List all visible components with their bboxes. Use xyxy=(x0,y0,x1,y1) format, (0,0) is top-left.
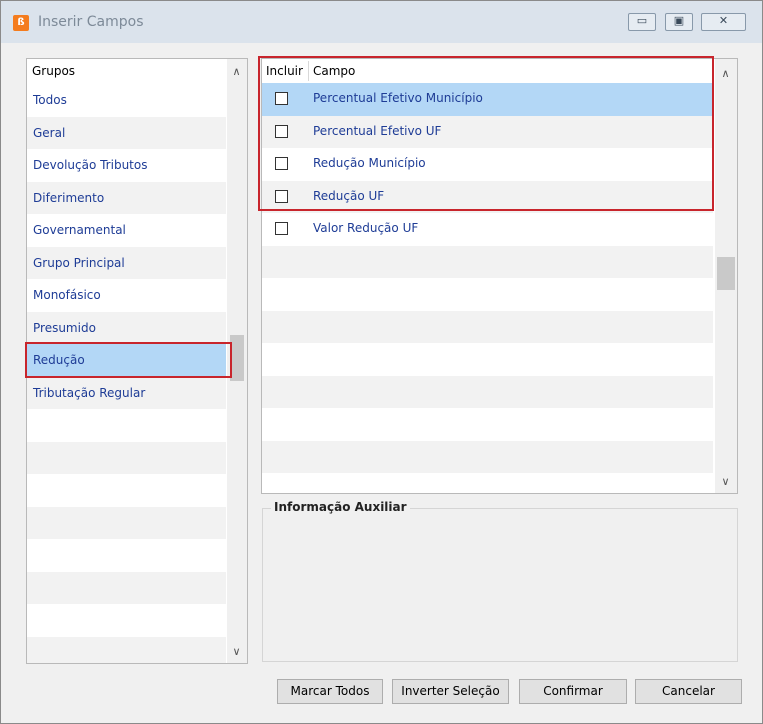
field-row-empty xyxy=(262,310,713,343)
group-item[interactable]: Presumido xyxy=(27,311,226,344)
group-row-empty xyxy=(27,636,226,663)
title-bar[interactable]: ß Inserir Campos ▭ ▣ ✕ xyxy=(1,1,762,43)
field-row-empty xyxy=(262,278,713,311)
inserir-campos-dialog: ß Inserir Campos ▭ ▣ ✕ Grupos Todos Geral… xyxy=(0,0,763,724)
maximize-button[interactable]: ▣ xyxy=(665,13,693,31)
groups-scroll-thumb[interactable] xyxy=(230,335,244,381)
group-row-empty xyxy=(27,604,226,637)
group-item[interactable]: Tributação Regular xyxy=(27,376,226,409)
field-row-empty xyxy=(262,343,713,376)
scroll-down-arrow-icon[interactable]: ∨ xyxy=(228,643,245,660)
close-button[interactable]: ✕ xyxy=(701,13,746,31)
scroll-up-arrow-icon[interactable]: ∧ xyxy=(228,63,245,80)
groups-column-header[interactable]: Grupos xyxy=(32,59,222,83)
aux-info-title: Informação Auxiliar xyxy=(271,500,410,514)
group-item-label: Monofásico xyxy=(33,288,101,302)
group-item[interactable]: Devolução Tributos xyxy=(27,149,226,182)
group-row-empty xyxy=(27,539,226,572)
group-item[interactable]: Todos xyxy=(27,84,226,117)
fields-scrollbar[interactable]: ∧ ∨ xyxy=(715,59,737,493)
group-item[interactable]: Grupo Principal xyxy=(27,246,226,279)
confirm-button[interactable]: Confirmar xyxy=(519,679,627,704)
group-item[interactable]: Diferimento xyxy=(27,181,226,214)
highlight-box-fields xyxy=(258,56,714,211)
fields-scroll-thumb[interactable] xyxy=(717,257,735,290)
group-item-label: Presumido xyxy=(33,320,96,335)
group-item[interactable]: Monofásico xyxy=(27,279,226,312)
field-row-empty xyxy=(262,245,713,278)
cancel-button[interactable]: Cancelar xyxy=(635,679,742,704)
field-row-empty xyxy=(262,375,713,408)
group-row-empty xyxy=(27,441,226,474)
app-logo-icon: ß xyxy=(13,15,29,31)
field-row-empty xyxy=(262,440,713,473)
include-checkbox[interactable] xyxy=(275,222,288,235)
group-item[interactable]: Geral xyxy=(27,116,226,149)
group-row-empty xyxy=(27,506,226,539)
group-row-empty xyxy=(27,474,226,507)
field-row[interactable]: Valor Redução UF xyxy=(262,213,713,246)
window-title: Inserir Campos xyxy=(38,14,144,30)
highlight-box-groups xyxy=(25,342,232,378)
group-item-label: Grupo Principal xyxy=(33,255,125,270)
scroll-down-arrow-icon[interactable]: ∨ xyxy=(717,473,734,490)
aux-info-groupbox xyxy=(262,508,738,662)
invert-selection-button[interactable]: Inverter Seleção xyxy=(392,679,509,704)
mark-all-button[interactable]: Marcar Todos xyxy=(277,679,383,704)
group-item[interactable]: Governamental xyxy=(27,214,226,247)
group-item-label: Geral xyxy=(33,125,66,140)
field-row-empty xyxy=(262,408,713,441)
minimize-button[interactable]: ▭ xyxy=(628,13,656,31)
group-item-label: Tributação Regular xyxy=(33,385,146,400)
group-item-label: Devolução Tributos xyxy=(33,158,148,172)
group-item-label: Todos xyxy=(33,93,67,107)
group-item-label: Governamental xyxy=(33,223,126,237)
field-row-empty xyxy=(262,473,713,493)
group-row-empty xyxy=(27,409,226,442)
field-label: Valor Redução UF xyxy=(313,221,419,235)
scroll-up-arrow-icon[interactable]: ∧ xyxy=(717,65,734,82)
group-row-empty xyxy=(27,571,226,604)
group-item-label: Diferimento xyxy=(33,190,105,205)
